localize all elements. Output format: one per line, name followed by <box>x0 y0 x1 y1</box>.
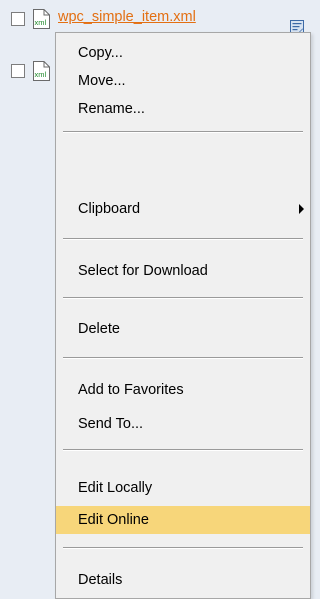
menu-item-edit-online[interactable]: Edit Online <box>56 506 310 534</box>
menu-item-select-for-download[interactable]: Select for Download <box>56 257 310 285</box>
xml-label: xml <box>35 70 47 79</box>
menu-item-send-to[interactable]: Send To... <box>56 410 310 438</box>
menu-separator <box>63 131 303 133</box>
file-checkbox[interactable] <box>11 12 25 26</box>
menu-separator <box>63 297 303 299</box>
file-name-link[interactable]: wpc_simple_item.xml <box>58 9 196 25</box>
menu-item-copy[interactable]: Copy... <box>56 39 310 67</box>
xml-file-icon: xml <box>32 8 51 30</box>
menu-item-clipboard[interactable]: Clipboard <box>56 195 310 223</box>
xml-file-icon: xml <box>32 60 51 82</box>
file-row: xml wpc_simple_item.xml <box>0 0 311 34</box>
menu-item-label: Clipboard <box>78 201 141 217</box>
menu-item-add-to-favorites[interactable]: Add to Favorites <box>56 376 310 404</box>
menu-separator <box>63 238 303 240</box>
menu-item-delete[interactable]: Delete <box>56 315 310 343</box>
menu-item-details[interactable]: Details <box>56 566 310 594</box>
file-checkbox[interactable] <box>11 64 25 78</box>
menu-item-edit-locally[interactable]: Edit Locally <box>56 474 310 502</box>
context-menu: Copy... Move... Rename... Clipboard Sele… <box>55 32 311 599</box>
menu-separator <box>63 449 303 451</box>
menu-item-rename[interactable]: Rename... <box>56 95 310 123</box>
submenu-arrow-icon <box>299 204 304 214</box>
menu-separator <box>63 357 303 359</box>
xml-label: xml <box>35 18 47 27</box>
menu-item-move[interactable]: Move... <box>56 67 310 95</box>
menu-separator <box>63 547 303 549</box>
